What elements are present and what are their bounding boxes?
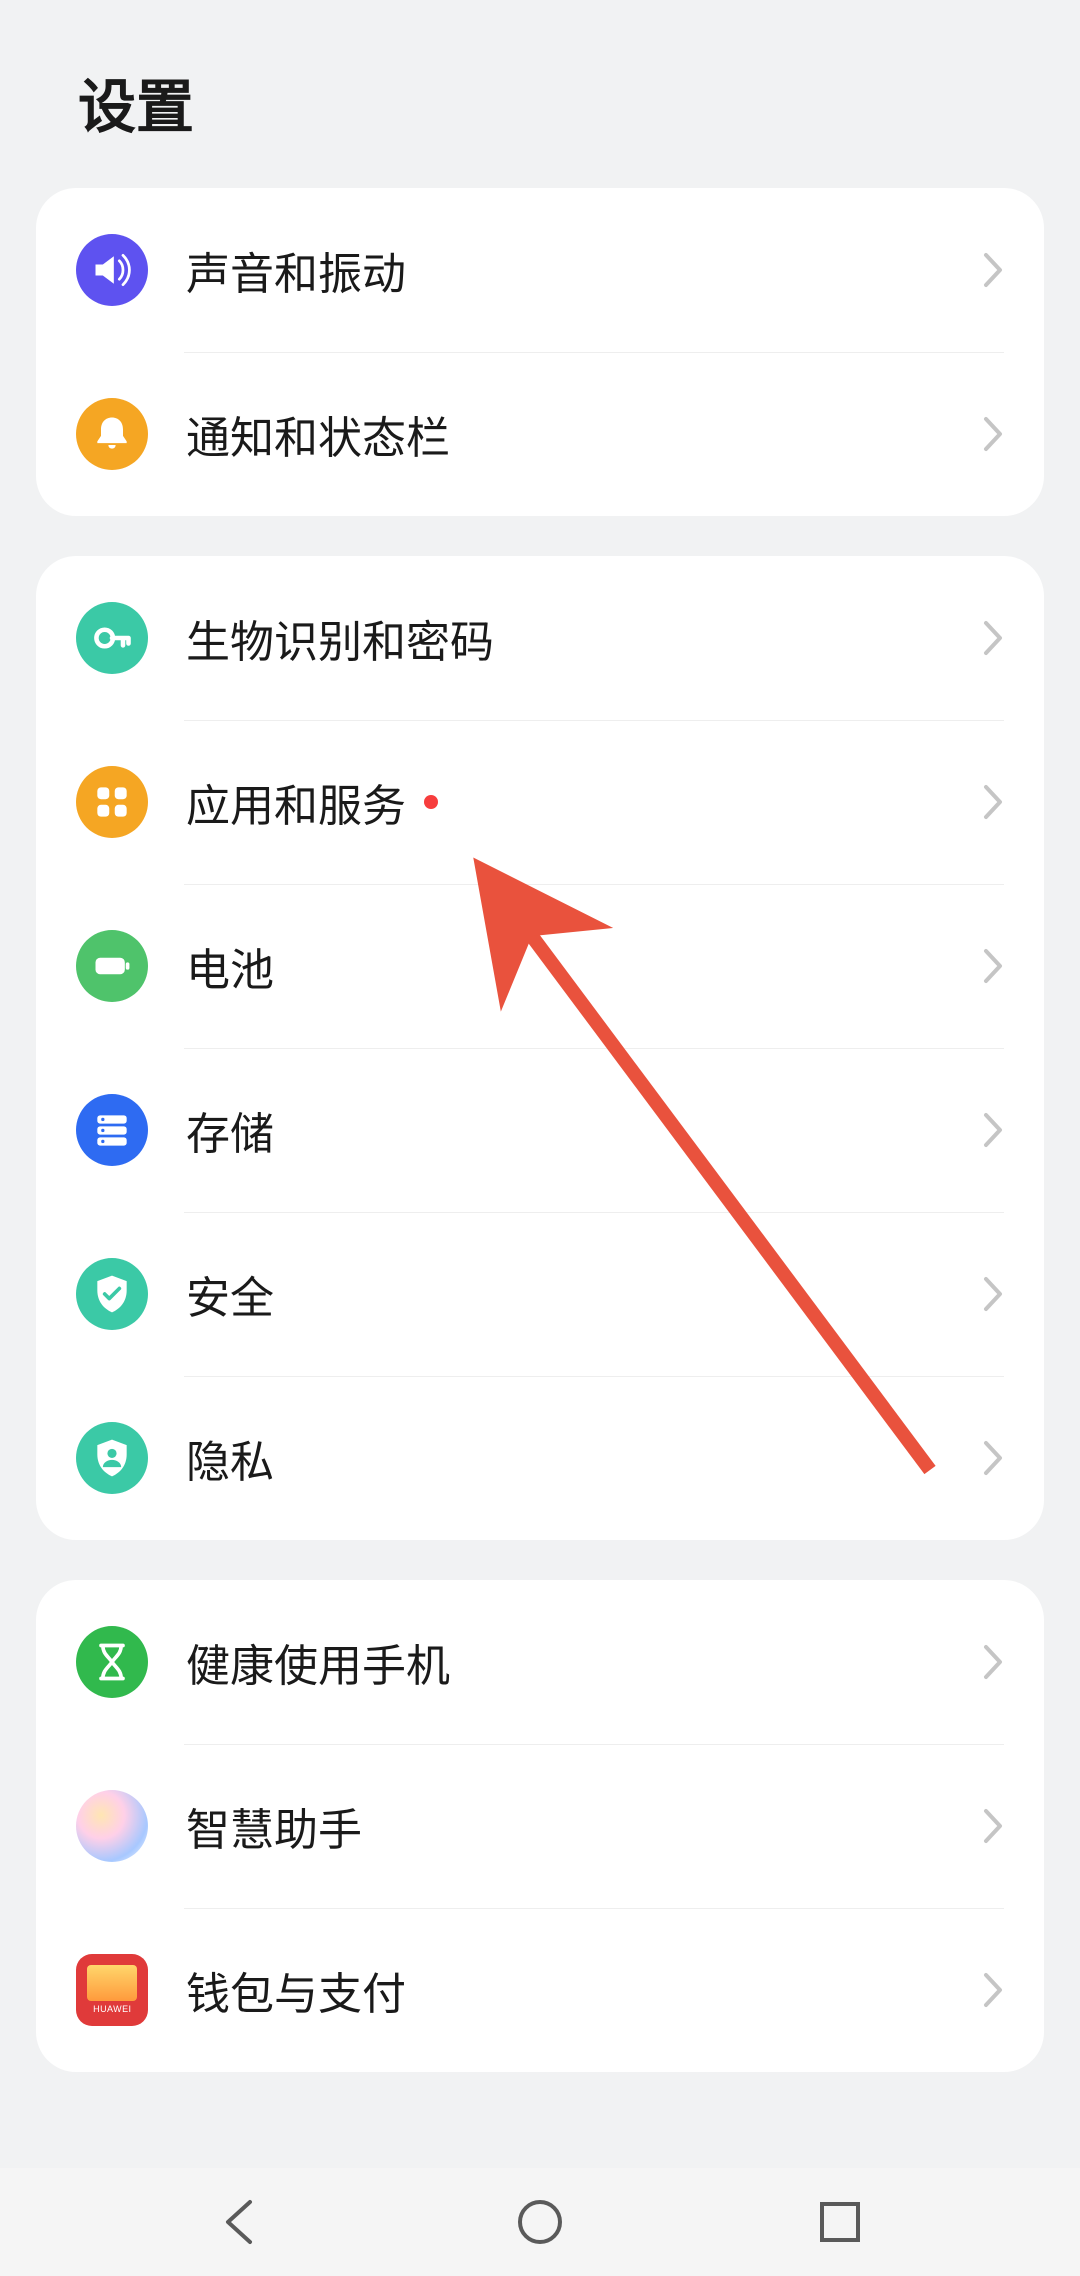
settings-item-security[interactable]: 安全 [36,1212,1044,1376]
settings-item-label: 智慧助手 [186,1794,982,1858]
chevron-right-icon [982,1643,1004,1681]
settings-item-label: 钱包与支付 [186,1958,982,2022]
shield-check-icon [76,1258,148,1330]
settings-item-label: 健康使用手机 [186,1630,982,1694]
wallet-brand-label: HUAWEI [93,2005,131,2015]
notification-dot [424,795,438,809]
settings-item-label: 存储 [186,1098,982,1162]
settings-group: 健康使用手机智慧助手 HUAWEI 钱包与支付 [36,1580,1044,2072]
settings-item-sound[interactable]: 声音和振动 [36,188,1044,352]
settings-group: 生物识别和密码应用和服务电池存储安全隐私 [36,556,1044,1540]
settings-group: 声音和振动通知和状态栏 [36,188,1044,516]
settings-item-label: 安全 [186,1262,982,1326]
settings-item-label: 应用和服务 [186,770,982,834]
chevron-right-icon [982,1971,1004,2009]
apps-icon [76,766,148,838]
key-icon [76,602,148,674]
settings-item-privacy[interactable]: 隐私 [36,1376,1044,1540]
bell-icon [76,398,148,470]
settings-item-label: 通知和状态栏 [186,402,982,466]
settings-item-label: 声音和振动 [186,238,982,302]
shield-user-icon [76,1422,148,1494]
chevron-right-icon [982,947,1004,985]
settings-item-notifications[interactable]: 通知和状态栏 [36,352,1044,516]
assistant-icon [76,1790,148,1862]
chevron-right-icon [982,251,1004,289]
chevron-right-icon [982,783,1004,821]
chevron-right-icon [982,1275,1004,1313]
volume-icon [76,234,148,306]
chevron-right-icon [982,619,1004,657]
nav-back-button[interactable] [210,2192,270,2252]
nav-bar [0,2168,1080,2276]
settings-item-digital-balance[interactable]: 健康使用手机 [36,1580,1044,1744]
chevron-right-icon [982,1111,1004,1149]
settings-item-storage[interactable]: 存储 [36,1048,1044,1212]
storage-icon [76,1094,148,1166]
chevron-right-icon [982,1807,1004,1845]
page-title: 设置 [0,0,1080,188]
nav-home-button[interactable] [510,2192,570,2252]
chevron-right-icon [982,1439,1004,1477]
settings-item-assistant[interactable]: 智慧助手 [36,1744,1044,1908]
settings-item-label: 隐私 [186,1426,982,1490]
settings-item-wallet[interactable]: HUAWEI 钱包与支付 [36,1908,1044,2072]
wallet-icon: HUAWEI [76,1954,148,2026]
settings-item-battery[interactable]: 电池 [36,884,1044,1048]
nav-recent-button[interactable] [810,2192,870,2252]
hourglass-icon [76,1626,148,1698]
settings-item-apps[interactable]: 应用和服务 [36,720,1044,884]
chevron-right-icon [982,415,1004,453]
settings-item-label: 生物识别和密码 [186,606,982,670]
battery-icon [76,930,148,1002]
settings-item-biometrics[interactable]: 生物识别和密码 [36,556,1044,720]
settings-item-label: 电池 [186,934,982,998]
